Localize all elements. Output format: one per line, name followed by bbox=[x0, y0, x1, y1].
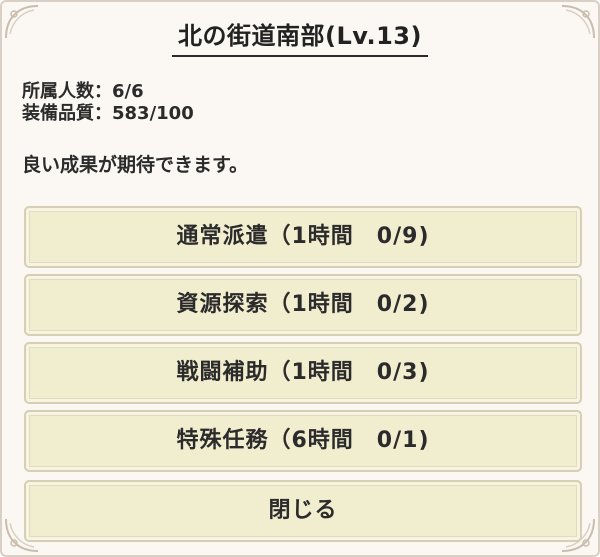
mission-button-normal-dispatch[interactable]: 通常派遣（1時間 0/9) bbox=[24, 206, 582, 268]
title-container: 北の街道南部(Lv.13) bbox=[2, 16, 598, 57]
equipment-quality: 装備品質：583/100 bbox=[22, 103, 194, 124]
status-info: 所属人数：6/6 装備品質：583/100 bbox=[22, 81, 194, 125]
mission-button-resource-search[interactable]: 資源探索（1時間 0/2) bbox=[24, 274, 582, 336]
member-count: 所属人数：6/6 bbox=[22, 81, 144, 102]
dispatch-dialog: 北の街道南部(Lv.13) 所属人数：6/6 装備品質：583/100 良い成果… bbox=[0, 0, 600, 557]
close-button[interactable]: 閉じる bbox=[24, 480, 582, 542]
mission-button-combat-support[interactable]: 戦闘補助（1時間 0/3) bbox=[24, 342, 582, 404]
dialog-title: 北の街道南部(Lv.13) bbox=[172, 16, 428, 57]
result-description: 良い成果が期待できます。 bbox=[22, 154, 249, 176]
mission-button-special-task[interactable]: 特殊任務（6時間 0/1) bbox=[24, 410, 582, 472]
